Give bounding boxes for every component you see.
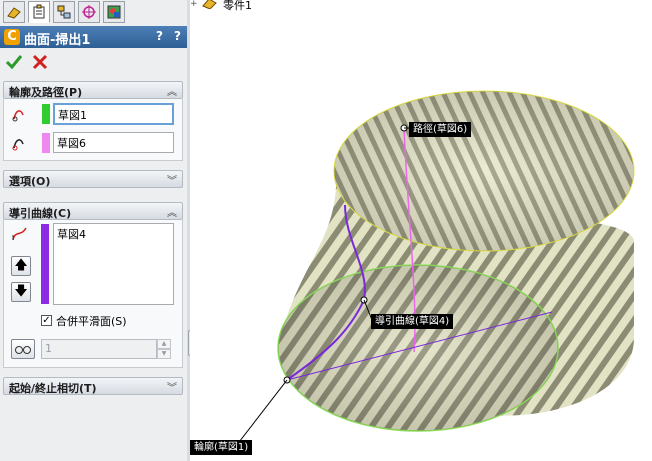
show-sections-icon (15, 346, 31, 354)
options-group-header[interactable]: 選項(O) ︾ (3, 170, 183, 188)
merge-faces-label[interactable]: 合併平滑面(S) (56, 313, 127, 329)
guide-callout[interactable]: 導引曲線(草図4) (371, 314, 454, 329)
guide-color-swatch (41, 224, 49, 304)
top-cap-shade (334, 91, 634, 251)
move-up-icon: 🡅 (14, 258, 28, 273)
feature-manager-tab[interactable] (3, 1, 25, 23)
cancel-icon[interactable] (31, 53, 49, 71)
help-button[interactable]: ? (174, 29, 181, 43)
sweep-surface-model[interactable] (190, 0, 652, 461)
configuration-manager-icon (57, 5, 71, 19)
graphics-viewport[interactable]: + 零件1 路徑(草図6) 導引曲線(草図4) 輪廓(草図1) (190, 0, 652, 461)
chevron-up-icon: ︽ (167, 208, 177, 219)
path-select-icon (12, 139, 24, 151)
path-callout[interactable]: 路徑(草図6) (409, 122, 472, 137)
profile-ellipse-shade (278, 265, 558, 431)
property-manager-icon (33, 4, 45, 19)
display-manager-icon (107, 5, 121, 19)
move-up-button[interactable]: 🡅 (11, 256, 31, 276)
chevron-down-icon: ︾ (167, 383, 177, 394)
feature-title-bar: C 曲面-掃出1 ? ? (0, 26, 187, 48)
guide-curve-icon (12, 227, 27, 241)
ok-icon[interactable] (5, 53, 23, 71)
manager-tabs (0, 0, 187, 24)
guide-curves-group-header[interactable]: 導引曲線(C) ︽ (3, 202, 183, 220)
list-item[interactable]: 草図4 (54, 224, 173, 244)
profile-path-group-header[interactable]: 輪廓及路徑(P) ︽ (3, 81, 183, 99)
whats-wrong-button[interactable]: ? (156, 29, 163, 43)
path-field[interactable]: 草図6 (53, 132, 174, 153)
dimxpert-icon (82, 5, 96, 19)
profile-path-group-body: 草図1 草図6 (3, 99, 183, 161)
move-down-icon: 🡇 (14, 284, 28, 299)
configuration-manager-tab[interactable] (53, 1, 75, 23)
merge-faces-checkbox[interactable]: ✓ (41, 315, 52, 326)
feature-manager-icon (7, 7, 21, 19)
profile-field[interactable]: 草図1 (53, 103, 174, 125)
property-manager-panel: C 曲面-掃出1 ? ? 輪廓及路徑(P) ︽ 草図1 草図6 選項(O) ︾ … (0, 0, 188, 461)
move-down-button[interactable]: 🡇 (11, 282, 31, 302)
guide-curves-header-label: 導引曲線(C) (9, 207, 72, 220)
path-color-swatch (42, 133, 50, 153)
show-sections-button[interactable] (11, 339, 35, 359)
guide-curves-list[interactable]: 草図4 (53, 223, 174, 305)
feature-title: 曲面-掃出1 (24, 33, 91, 48)
guide-curves-group-body: 草図4 🡅 🡇 ✓ 合併平滑面(S) 1 ▲ ▼ (3, 220, 183, 368)
display-manager-tab[interactable] (103, 1, 125, 23)
options-header-label: 選項(O) (9, 175, 51, 188)
profile-color-swatch (42, 104, 50, 124)
chevron-up-icon: ︽ (167, 87, 177, 98)
tangency-header-label: 起始/終止相切(T) (9, 382, 97, 395)
tangency-group-header[interactable]: 起始/終止相切(T) ︾ (3, 377, 183, 395)
chevron-down-icon: ︾ (167, 176, 177, 187)
property-manager-tab[interactable] (28, 1, 50, 23)
section-count-input[interactable]: 1 (41, 339, 157, 359)
sweep-surface-icon: C (4, 29, 20, 45)
profile-path-header-label: 輪廓及路徑(P) (9, 86, 83, 99)
dimxpert-tab[interactable] (78, 1, 100, 23)
profile-callout[interactable]: 輪廓(草図1) (190, 440, 253, 455)
section-count-spinner[interactable]: ▲ ▼ (157, 339, 171, 359)
profile-select-icon (12, 110, 24, 122)
ok-cancel-bar (0, 50, 187, 76)
profile-leader (235, 379, 288, 447)
